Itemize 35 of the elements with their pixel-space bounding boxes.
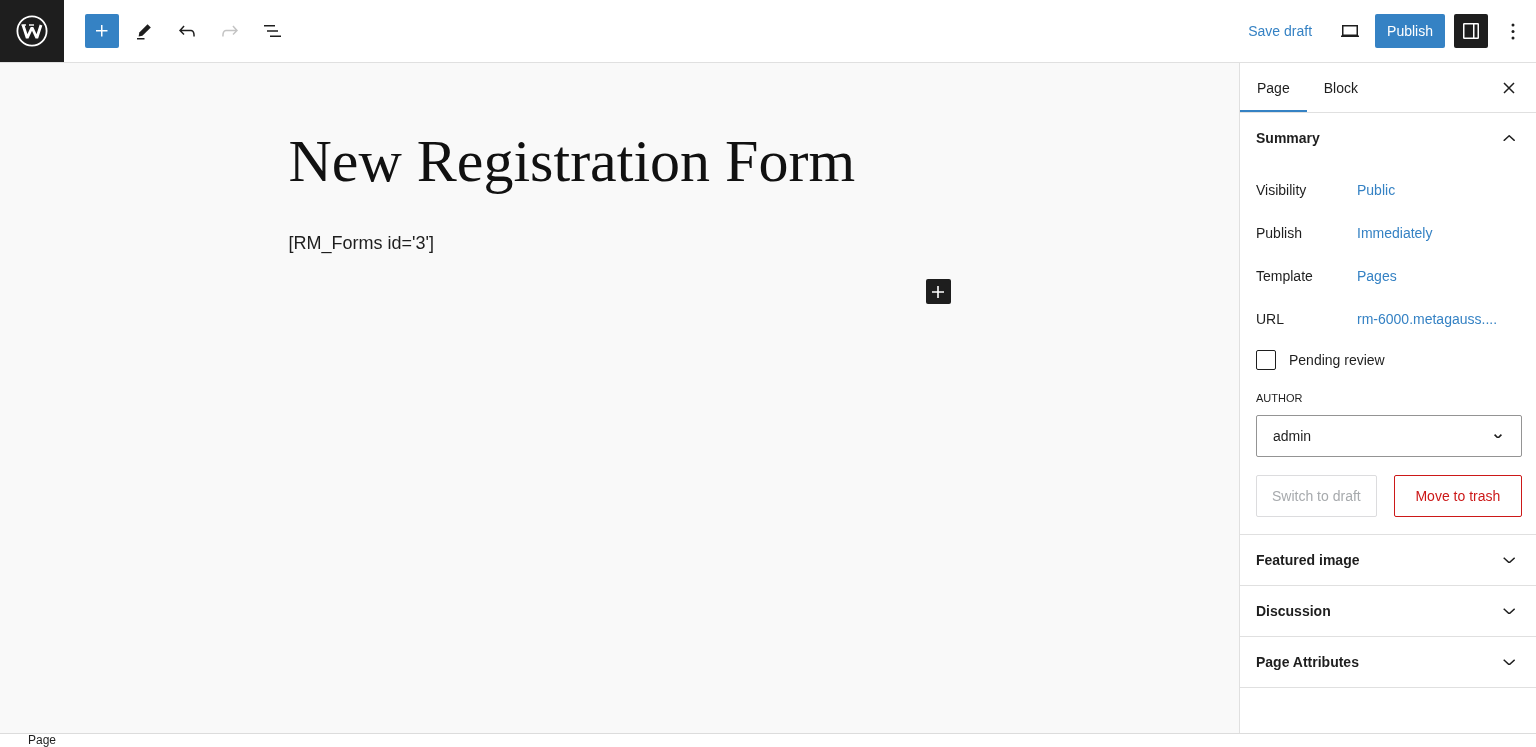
- sidebar-tab[interactable]: Block: [1306, 63, 1375, 112]
- panel-toggle[interactable]: Discussion: [1240, 586, 1536, 636]
- trash-button[interactable]: Move to trash: [1393, 475, 1522, 517]
- logo-icon: [16, 15, 48, 47]
- panel-toggle[interactable]: Page Attributes: [1240, 637, 1536, 687]
- setting-label: Template: [1256, 267, 1313, 284]
- setting-value-link[interactable]: Pages: [1357, 267, 1397, 284]
- breadcrumb-button[interactable]: Page: [22, 734, 63, 747]
- setting-value-link[interactable]: rm-6000.metagauss....: [1357, 310, 1498, 327]
- author-select[interactable]: admin: [1256, 415, 1522, 457]
- chevron-down-icon: [1502, 658, 1515, 666]
- sidebar-tab[interactable]: Page: [1240, 63, 1307, 112]
- setting-value-link[interactable]: Immediately: [1357, 224, 1433, 241]
- publish-button[interactable]: Publish: [1375, 14, 1445, 48]
- panel-toggle[interactable]: Summary: [1240, 113, 1536, 163]
- field-label: AUTHOR: [1256, 391, 1304, 406]
- setting-label: Visibility: [1256, 181, 1307, 198]
- setting-label: URL: [1256, 310, 1284, 327]
- chevron-down-icon: [1494, 433, 1502, 439]
- chevron-down-icon: [1502, 556, 1515, 564]
- site-logo-button[interactable]: [0, 0, 64, 62]
- checkbox[interactable]: [1256, 350, 1276, 370]
- add-block-button[interactable]: [85, 14, 119, 48]
- page-title: New Registration Form: [288, 127, 857, 196]
- more-vertical-icon: [1511, 22, 1515, 40]
- block-inserter-button[interactable]: [925, 279, 951, 304]
- setting-value-link[interactable]: Public: [1357, 181, 1396, 198]
- checkbox-label[interactable]: Pending review: [1289, 352, 1385, 368]
- paragraph-text: [RM_Forms id='3']: [288, 232, 435, 256]
- save-draft-button[interactable]: Save draft: [1238, 13, 1323, 49]
- panel-toggle[interactable]: Featured image: [1240, 535, 1536, 585]
- setting-label: Publish: [1256, 224, 1302, 241]
- settings-toggle-button[interactable]: [1454, 14, 1488, 48]
- chevron-up-icon: [1502, 134, 1515, 142]
- chevron-down-icon: [1502, 607, 1515, 615]
